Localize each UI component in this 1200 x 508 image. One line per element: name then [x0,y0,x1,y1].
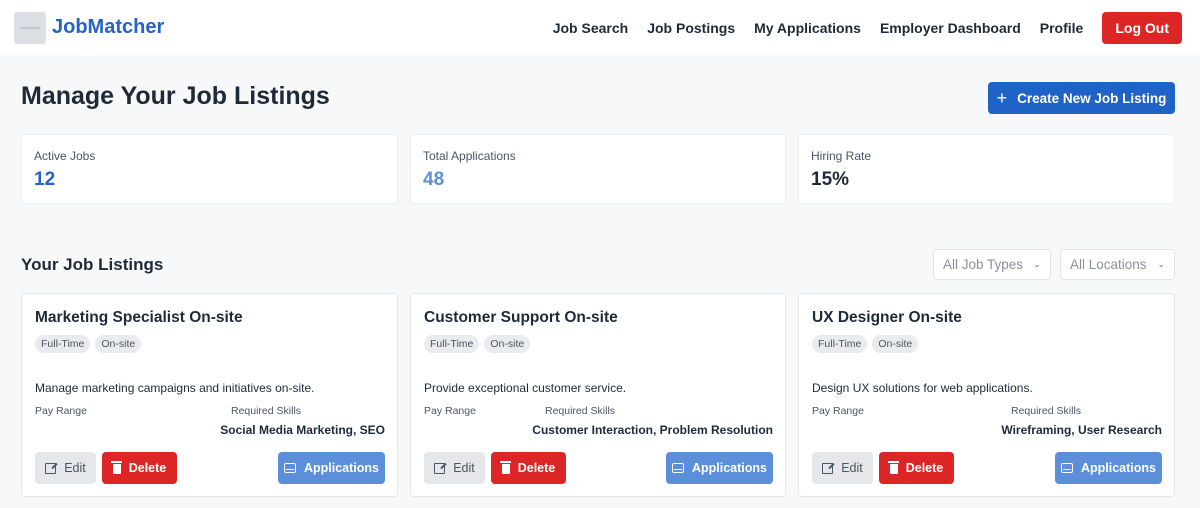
nav-link-my-applications[interactable]: My Applications [754,20,861,36]
job-title: UX Designer On-site [812,309,962,326]
job-tags: Full-Time On-site [812,335,919,353]
required-skills: Wireframing, User Research [1001,423,1162,437]
logo-icon [14,11,46,44]
stat-card-total-applications: Total Applications 48 [410,134,786,204]
required-skills: Customer Interaction, Problem Resolution [532,423,773,437]
edit-button[interactable]: Edit [35,452,96,484]
inbox-icon [283,463,296,473]
edit-icon [434,462,446,474]
page-title: Manage Your Job Listings [21,82,330,110]
nav-link-job-search[interactable]: Job Search [553,20,628,36]
delete-button[interactable]: Delete [879,452,954,484]
job-type-filter[interactable]: All Job Types ⌄ [933,249,1051,280]
nav-links: Job Search Job Postings My Applications … [553,11,1182,44]
pay-range-label: Pay Range [35,405,87,417]
delete-button[interactable]: Delete [102,452,177,484]
chevron-down-icon: ⌄ [1033,259,1041,269]
chevron-down-icon: ⌄ [1157,259,1165,269]
inbox-icon [671,463,684,473]
plus-icon: + [996,88,1008,108]
pay-range-label: Pay Range [424,405,476,417]
tag-location: On-site [95,335,142,353]
pay-range-label: Pay Range [812,405,864,417]
edit-label: Edit [453,461,475,475]
applications-button[interactable]: Applications [1055,452,1162,484]
stat-label: Active Jobs [34,149,96,163]
stat-label: Hiring Rate [811,149,872,163]
delete-button[interactable]: Delete [491,452,566,484]
stat-value: 48 [423,169,445,190]
job-type-filter-value: All Job Types [943,257,1024,272]
trash-icon [888,461,900,474]
job-description: Provide exceptional customer service. [424,381,627,395]
job-card: Customer Support On-site Full-Time On-si… [410,293,786,497]
trash-icon [111,461,123,474]
nav-link-job-postings[interactable]: Job Postings [647,20,735,36]
edit-label: Edit [841,461,863,475]
create-job-listing-label: Create New Job Listing [1017,90,1167,106]
edit-icon [45,462,57,474]
applications-button[interactable]: Applications [666,452,773,484]
location-filter-value: All Locations [1070,257,1147,272]
create-job-listing-button[interactable]: + Create New Job Listing [988,82,1175,114]
required-skills: Social Media Marketing, SEO [220,423,385,437]
applications-label: Applications [1080,461,1156,475]
stat-value: 12 [34,169,56,190]
job-tags: Full-Time On-site [35,335,142,353]
delete-label: Delete [517,461,556,475]
required-skills-label: Required Skills [1011,405,1082,417]
applications-label: Applications [691,461,767,475]
section-title: Your Job Listings [21,255,164,274]
job-title: Customer Support On-site [424,309,618,326]
edit-button[interactable]: Edit [424,452,485,484]
job-tags: Full-Time On-site [424,335,531,353]
edit-button[interactable]: Edit [812,452,873,484]
applications-button[interactable]: Applications [278,452,385,484]
tag-job-type: Full-Time [812,335,868,353]
inbox-icon [1060,463,1073,473]
job-description: Manage marketing campaigns and initiativ… [35,381,315,395]
top-nav: JobMatcher Job Search Job Postings My Ap… [0,0,1200,55]
stat-card-hiring-rate: Hiring Rate 15% [798,134,1175,204]
applications-label: Applications [303,461,379,475]
edit-label: Edit [64,461,86,475]
delete-label: Delete [128,461,167,475]
required-skills-label: Required Skills [231,405,302,417]
brand-name: JobMatcher [52,16,165,38]
job-card: UX Designer On-site Full-Time On-site De… [798,293,1175,497]
nav-link-profile[interactable]: Profile [1040,20,1084,36]
job-description: Design UX solutions for web applications… [812,381,1033,395]
job-card: Marketing Specialist On-site Full-Time O… [21,293,398,497]
tag-job-type: Full-Time [35,335,91,353]
tag-location: On-site [484,335,531,353]
stat-value: 15% [811,169,850,190]
trash-icon [500,461,512,474]
stat-card-active-jobs: Active Jobs 12 [21,134,398,204]
tag-job-type: Full-Time [424,335,480,353]
edit-icon [822,462,834,474]
delete-label: Delete [905,461,944,475]
nav-link-employer-dashboard[interactable]: Employer Dashboard [880,20,1021,36]
required-skills-label: Required Skills [545,405,616,417]
job-title: Marketing Specialist On-site [35,309,243,326]
location-filter[interactable]: All Locations ⌄ [1060,249,1175,280]
logout-button[interactable]: Log Out [1102,11,1182,44]
brand[interactable]: JobMatcher [14,11,165,44]
tag-location: On-site [872,335,919,353]
stat-label: Total Applications [423,149,516,163]
